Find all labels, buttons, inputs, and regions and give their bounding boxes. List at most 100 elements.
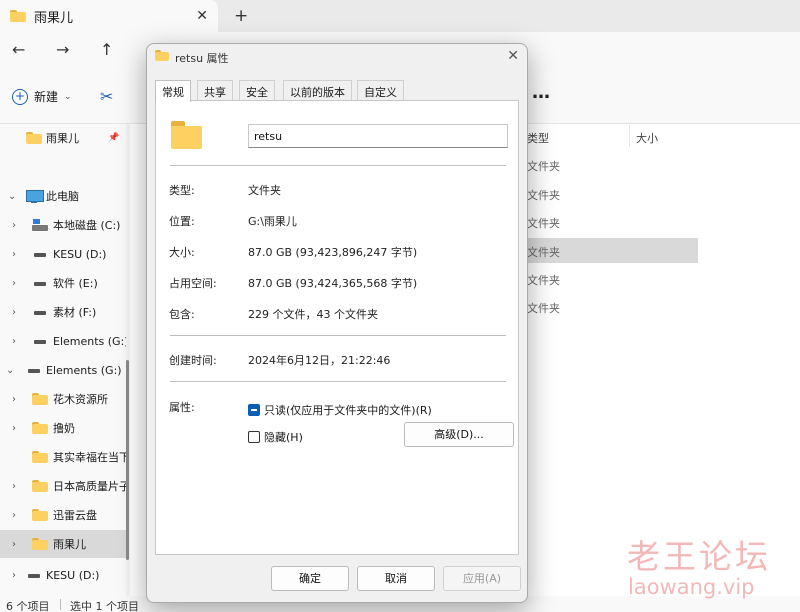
selected-count: 选中 1 个项目: [70, 600, 139, 612]
readonly-label: 只读(仅应用于文件夹中的文件)(R): [264, 404, 432, 417]
sidebar-item-drive-g-expanded[interactable]: ⌄ Elements (G:): [0, 356, 126, 384]
chevron-right-icon[interactable]: ›: [12, 481, 16, 492]
chevron-right-icon[interactable]: ›: [12, 249, 16, 260]
tab-general[interactable]: 常规: [155, 80, 191, 102]
close-tab-icon[interactable]: ✕: [196, 8, 208, 24]
new-button[interactable]: + 新建 ⌄: [12, 88, 72, 105]
created-label: 创建时间:: [169, 354, 217, 367]
sidebar-item-drive-f[interactable]: › 素材 (F:): [0, 298, 126, 326]
chevron-right-icon[interactable]: ›: [12, 278, 16, 289]
sidebar-item-label: KESU (D:): [46, 568, 100, 582]
sidebar-item-drive-d[interactable]: › KESU (D:): [0, 240, 126, 268]
row-type-cell: 文件夹: [527, 246, 560, 259]
tab-current-folder[interactable]: 雨果儿 ✕: [0, 0, 218, 32]
sidebar-item-folder[interactable]: 其实幸福在当下: [0, 443, 126, 471]
chevron-right-icon[interactable]: ›: [12, 307, 16, 318]
up-arrow-icon[interactable]: ↑: [100, 40, 113, 59]
sidebar-item-folder[interactable]: › 迅雷云盘: [0, 501, 126, 529]
row-type-cell: 文件夹: [527, 274, 560, 287]
more-options-icon[interactable]: …: [532, 82, 551, 103]
pin-icon[interactable]: 📌: [108, 133, 119, 143]
folder-name-input[interactable]: [248, 124, 508, 148]
tab-security[interactable]: 安全: [239, 80, 275, 101]
tab-customize[interactable]: 自定义: [357, 80, 404, 101]
size-label: 大小:: [169, 246, 195, 259]
divider: [170, 165, 506, 166]
tab-title: 雨果儿: [34, 10, 74, 26]
folder-icon: [32, 392, 48, 406]
close-icon[interactable]: ✕: [507, 48, 519, 64]
column-separator[interactable]: [629, 125, 630, 147]
column-header-size[interactable]: 大小: [636, 130, 658, 146]
new-button-label: 新建: [34, 90, 59, 104]
drive-icon: [26, 569, 42, 582]
status-separator: [60, 599, 61, 610]
sidebar-item-label: 撸奶: [53, 422, 75, 435]
chevron-down-icon: ⌄: [64, 91, 72, 102]
type-value: 文件夹: [248, 184, 281, 197]
chevron-right-icon[interactable]: ›: [12, 336, 16, 347]
contains-label: 包含:: [169, 308, 195, 321]
size-on-disk-label: 占用空间:: [169, 277, 217, 290]
sidebar-item-folder[interactable]: › 撸奶: [0, 414, 126, 442]
sidebar-item-folder[interactable]: › 日本高质量片子: [0, 472, 126, 500]
plus-circle-icon: +: [12, 88, 28, 105]
properties-dialog: retsu 属性 ✕ 常规 共享 安全 以前的版本 自定义 类型: 文件夹 位置…: [146, 43, 528, 603]
drive-icon: [32, 277, 48, 290]
folder-icon: [32, 450, 48, 464]
readonly-checkbox-row[interactable]: 只读(仅应用于文件夹中的文件)(R): [248, 402, 432, 418]
sidebar-item-folder[interactable]: › 花木资源所: [0, 385, 126, 413]
cancel-button[interactable]: 取消: [357, 566, 435, 591]
sidebar-item-label: 软件 (E:): [53, 277, 98, 290]
sidebar-item-label: 日本高质量片子: [53, 480, 126, 493]
cut-scissors-icon[interactable]: ✂: [100, 87, 113, 106]
sidebar-scrollbar[interactable]: [126, 360, 129, 560]
sidebar-item-folder-selected[interactable]: › 雨果儿: [0, 530, 126, 558]
folder-icon: [26, 131, 42, 145]
sidebar-item-label: 花木资源所: [53, 393, 108, 406]
folder-icon: [32, 537, 48, 551]
sidebar-item-drive-g[interactable]: › Elements (G:): [0, 327, 126, 355]
tab-bar: 雨果儿 ✕ +: [0, 0, 800, 32]
row-type-cell: 文件夹: [527, 160, 560, 173]
sidebar-item-drive-d-bottom[interactable]: › KESU (D:): [0, 561, 126, 589]
chevron-down-icon[interactable]: ⌄: [6, 365, 14, 376]
apply-button[interactable]: 应用(A): [443, 566, 521, 591]
sidebar-item-quick-access-yuguoer[interactable]: 雨果儿 📌: [0, 124, 126, 152]
chevron-right-icon[interactable]: ›: [12, 539, 16, 550]
folder-icon: [32, 508, 48, 522]
column-header-type[interactable]: 类型: [527, 130, 549, 146]
advanced-button[interactable]: 高级(D)...: [404, 422, 514, 447]
hidden-checkbox[interactable]: [248, 431, 260, 443]
new-tab-button[interactable]: +: [234, 6, 248, 26]
sidebar-item-label: KESU (D:): [53, 247, 107, 261]
chevron-right-icon[interactable]: ›: [12, 220, 16, 231]
sidebar-item-this-pc[interactable]: ⌄ 此电脑: [0, 182, 126, 210]
back-arrow-icon[interactable]: ←: [12, 40, 25, 59]
computer-icon: [26, 189, 44, 203]
sidebar-item-drive-c[interactable]: › 本地磁盘 (C:): [0, 211, 126, 239]
chevron-right-icon[interactable]: ›: [12, 394, 16, 405]
tab-previous-versions[interactable]: 以前的版本: [283, 80, 352, 101]
drive-icon: [32, 335, 48, 348]
tab-sharing[interactable]: 共享: [197, 80, 233, 101]
sidebar-item-label: 此电脑: [46, 190, 79, 203]
attributes-label: 属性:: [169, 401, 195, 414]
chevron-right-icon[interactable]: ›: [12, 423, 16, 434]
drive-icon: [32, 306, 48, 319]
dialog-title: retsu 属性: [175, 52, 229, 65]
hidden-checkbox-row[interactable]: 隐藏(H): [248, 429, 303, 445]
readonly-checkbox[interactable]: [248, 404, 260, 416]
ok-button[interactable]: 确定: [271, 566, 349, 591]
chevron-right-icon[interactable]: ›: [12, 510, 16, 521]
watermark-chinese: 老王论坛: [627, 537, 771, 576]
chevron-right-icon[interactable]: ›: [12, 570, 16, 581]
location-value: G:\雨果儿: [248, 215, 297, 228]
forward-arrow-icon[interactable]: →: [56, 40, 69, 59]
location-label: 位置:: [169, 215, 195, 228]
sidebar-item-label: 素材 (F:): [53, 306, 97, 319]
sidebar-item-drive-e[interactable]: › 软件 (E:): [0, 269, 126, 297]
chevron-down-icon[interactable]: ⌄: [8, 191, 16, 202]
sidebar-item-label: 本地磁盘 (C:): [53, 219, 121, 232]
dialog-titlebar[interactable]: retsu 属性 ✕: [147, 44, 527, 72]
